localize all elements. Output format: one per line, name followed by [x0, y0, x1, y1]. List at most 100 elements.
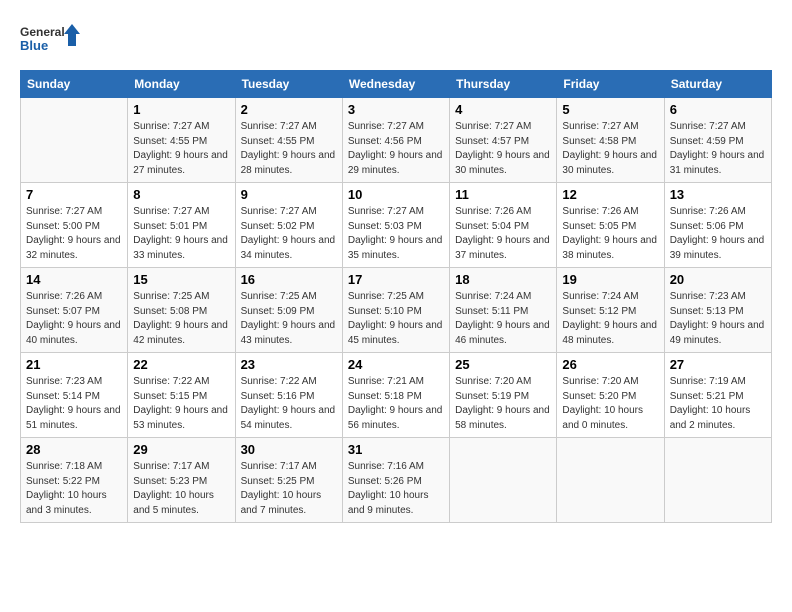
calendar-cell: 7 Sunrise: 7:27 AM Sunset: 5:00 PM Daylig… [21, 183, 128, 268]
day-number: 10 [348, 187, 444, 202]
day-details: Sunrise: 7:27 AM Sunset: 4:56 PM Dayligh… [348, 120, 444, 178]
calendar-cell: 8 Sunrise: 7:27 AM Sunset: 5:01 PM Daylig… [128, 183, 235, 268]
day-details: Sunrise: 7:27 AM Sunset: 5:00 PM Dayligh… [26, 205, 122, 263]
day-details: Sunrise: 7:27 AM Sunset: 4:58 PM Dayligh… [562, 120, 658, 178]
calendar-cell: 29Sunrise: 7:17 AM Sunset: 5:23 PM Dayli… [128, 438, 235, 523]
header-sunday: Sunday [21, 71, 128, 98]
calendar-cell: 16 Sunrise: 7:25 AM Sunset: 5:09 PM Dayli… [235, 268, 342, 353]
day-details: Sunrise: 7:23 AM Sunset: 5:14 PM Dayligh… [26, 375, 122, 433]
day-details: Sunrise: 7:25 AM Sunset: 5:08 PM Dayligh… [133, 290, 229, 348]
day-details: Sunrise: 7:24 AM Sunset: 5:11 PM Dayligh… [455, 290, 551, 348]
calendar-cell: 5Sunrise: 7:27 AM Sunset: 4:58 PM Daylig… [557, 98, 664, 183]
calendar-cell: 1Sunrise: 7:27 AM Sunset: 4:55 PM Daylig… [128, 98, 235, 183]
header-friday: Friday [557, 71, 664, 98]
calendar-cell: 2 Sunrise: 7:27 AM Sunset: 4:55 PM Daylig… [235, 98, 342, 183]
calendar-cell: 10 Sunrise: 7:27 AM Sunset: 5:03 PM Dayli… [342, 183, 449, 268]
header-thursday: Thursday [450, 71, 557, 98]
day-details: Sunrise: 7:27 AM Sunset: 5:02 PM Dayligh… [241, 205, 337, 263]
day-number: 28 [26, 442, 122, 457]
header-saturday: Saturday [664, 71, 771, 98]
day-details: Sunrise: 7:26 AM Sunset: 5:07 PM Dayligh… [26, 290, 122, 348]
calendar-cell: 12 Sunrise: 7:26 AM Sunset: 5:05 PM Dayli… [557, 183, 664, 268]
calendar-cell: 13Sunrise: 7:26 AM Sunset: 5:06 PM Dayli… [664, 183, 771, 268]
day-details: Sunrise: 7:19 AM Sunset: 5:21 PM Dayligh… [670, 375, 766, 433]
calendar-table: SundayMondayTuesdayWednesdayThursdayFrid… [20, 70, 772, 523]
day-number: 3 [348, 102, 444, 117]
day-number: 14 [26, 272, 122, 287]
calendar-cell: 11Sunrise: 7:26 AM Sunset: 5:04 PM Dayli… [450, 183, 557, 268]
calendar-header-row: SundayMondayTuesdayWednesdayThursdayFrid… [21, 71, 772, 98]
header-wednesday: Wednesday [342, 71, 449, 98]
calendar-cell: 24Sunrise: 7:21 AM Sunset: 5:18 PM Dayli… [342, 353, 449, 438]
calendar-cell: 17Sunrise: 7:25 AM Sunset: 5:10 PM Dayli… [342, 268, 449, 353]
svg-text:General: General [20, 25, 65, 39]
day-number: 1 [133, 102, 229, 117]
calendar-cell: 21Sunrise: 7:23 AM Sunset: 5:14 PM Dayli… [21, 353, 128, 438]
day-number: 2 [241, 102, 337, 117]
day-number: 20 [670, 272, 766, 287]
week-row-3: 14 Sunrise: 7:26 AM Sunset: 5:07 PM Dayli… [21, 268, 772, 353]
day-number: 25 [455, 357, 551, 372]
calendar-cell: 31 Sunrise: 7:16 AM Sunset: 5:26 PM Dayli… [342, 438, 449, 523]
day-details: Sunrise: 7:24 AM Sunset: 5:12 PM Dayligh… [562, 290, 658, 348]
calendar-cell [450, 438, 557, 523]
day-number: 29 [133, 442, 229, 457]
week-row-1: 1 Sunrise: 7:27 AM Sunset: 4:55 PM Daylig… [21, 98, 772, 183]
day-details: Sunrise: 7:27 AM Sunset: 4:55 PM Dayligh… [241, 120, 337, 178]
week-row-2: 7 Sunrise: 7:27 AM Sunset: 5:00 PM Daylig… [21, 183, 772, 268]
day-number: 9 [241, 187, 337, 202]
day-number: 7 [26, 187, 122, 202]
day-number: 8 [133, 187, 229, 202]
logo: General Blue [20, 20, 80, 60]
day-details: Sunrise: 7:16 AM Sunset: 5:26 PM Dayligh… [348, 460, 444, 518]
day-number: 18 [455, 272, 551, 287]
day-details: Sunrise: 7:23 AM Sunset: 5:13 PM Dayligh… [670, 290, 766, 348]
day-number: 30 [241, 442, 337, 457]
header-tuesday: Tuesday [235, 71, 342, 98]
day-number: 4 [455, 102, 551, 117]
day-details: Sunrise: 7:27 AM Sunset: 5:01 PM Dayligh… [133, 205, 229, 263]
calendar-cell [664, 438, 771, 523]
calendar-cell: 6Sunrise: 7:27 AM Sunset: 4:59 PM Daylig… [664, 98, 771, 183]
week-row-5: 28 Sunrise: 7:18 AM Sunset: 5:22 PM Dayli… [21, 438, 772, 523]
day-number: 19 [562, 272, 658, 287]
day-number: 15 [133, 272, 229, 287]
calendar-cell: 19 Sunrise: 7:24 AM Sunset: 5:12 PM Dayli… [557, 268, 664, 353]
calendar-cell: 14 Sunrise: 7:26 AM Sunset: 5:07 PM Dayli… [21, 268, 128, 353]
day-details: Sunrise: 7:27 AM Sunset: 4:59 PM Dayligh… [670, 120, 766, 178]
day-details: Sunrise: 7:18 AM Sunset: 5:22 PM Dayligh… [26, 460, 122, 518]
day-number: 27 [670, 357, 766, 372]
day-number: 31 [348, 442, 444, 457]
svg-text:Blue: Blue [20, 38, 48, 53]
calendar-cell: 4 Sunrise: 7:27 AM Sunset: 4:57 PM Daylig… [450, 98, 557, 183]
day-details: Sunrise: 7:20 AM Sunset: 5:20 PM Dayligh… [562, 375, 658, 433]
day-number: 23 [241, 357, 337, 372]
day-details: Sunrise: 7:27 AM Sunset: 4:57 PM Dayligh… [455, 120, 551, 178]
day-details: Sunrise: 7:22 AM Sunset: 5:16 PM Dayligh… [241, 375, 337, 433]
day-details: Sunrise: 7:27 AM Sunset: 5:03 PM Dayligh… [348, 205, 444, 263]
calendar-cell: 28 Sunrise: 7:18 AM Sunset: 5:22 PM Dayli… [21, 438, 128, 523]
calendar-cell: 25 Sunrise: 7:20 AM Sunset: 5:19 PM Dayli… [450, 353, 557, 438]
day-number: 22 [133, 357, 229, 372]
day-details: Sunrise: 7:26 AM Sunset: 5:05 PM Dayligh… [562, 205, 658, 263]
week-row-4: 21Sunrise: 7:23 AM Sunset: 5:14 PM Dayli… [21, 353, 772, 438]
calendar-cell: 22 Sunrise: 7:22 AM Sunset: 5:15 PM Dayli… [128, 353, 235, 438]
page-header: General Blue [20, 20, 772, 60]
day-number: 17 [348, 272, 444, 287]
day-details: Sunrise: 7:20 AM Sunset: 5:19 PM Dayligh… [455, 375, 551, 433]
day-details: Sunrise: 7:25 AM Sunset: 5:09 PM Dayligh… [241, 290, 337, 348]
day-number: 26 [562, 357, 658, 372]
calendar-cell: 23 Sunrise: 7:22 AM Sunset: 5:16 PM Dayli… [235, 353, 342, 438]
day-number: 11 [455, 187, 551, 202]
calendar-cell: 9 Sunrise: 7:27 AM Sunset: 5:02 PM Daylig… [235, 183, 342, 268]
calendar-cell: 15 Sunrise: 7:25 AM Sunset: 5:08 PM Dayli… [128, 268, 235, 353]
calendar-cell: 18 Sunrise: 7:24 AM Sunset: 5:11 PM Dayli… [450, 268, 557, 353]
day-number: 16 [241, 272, 337, 287]
day-number: 24 [348, 357, 444, 372]
logo-icon: General Blue [20, 20, 80, 60]
day-details: Sunrise: 7:22 AM Sunset: 5:15 PM Dayligh… [133, 375, 229, 433]
day-number: 13 [670, 187, 766, 202]
calendar-cell: 27 Sunrise: 7:19 AM Sunset: 5:21 PM Dayli… [664, 353, 771, 438]
day-number: 12 [562, 187, 658, 202]
calendar-cell [557, 438, 664, 523]
